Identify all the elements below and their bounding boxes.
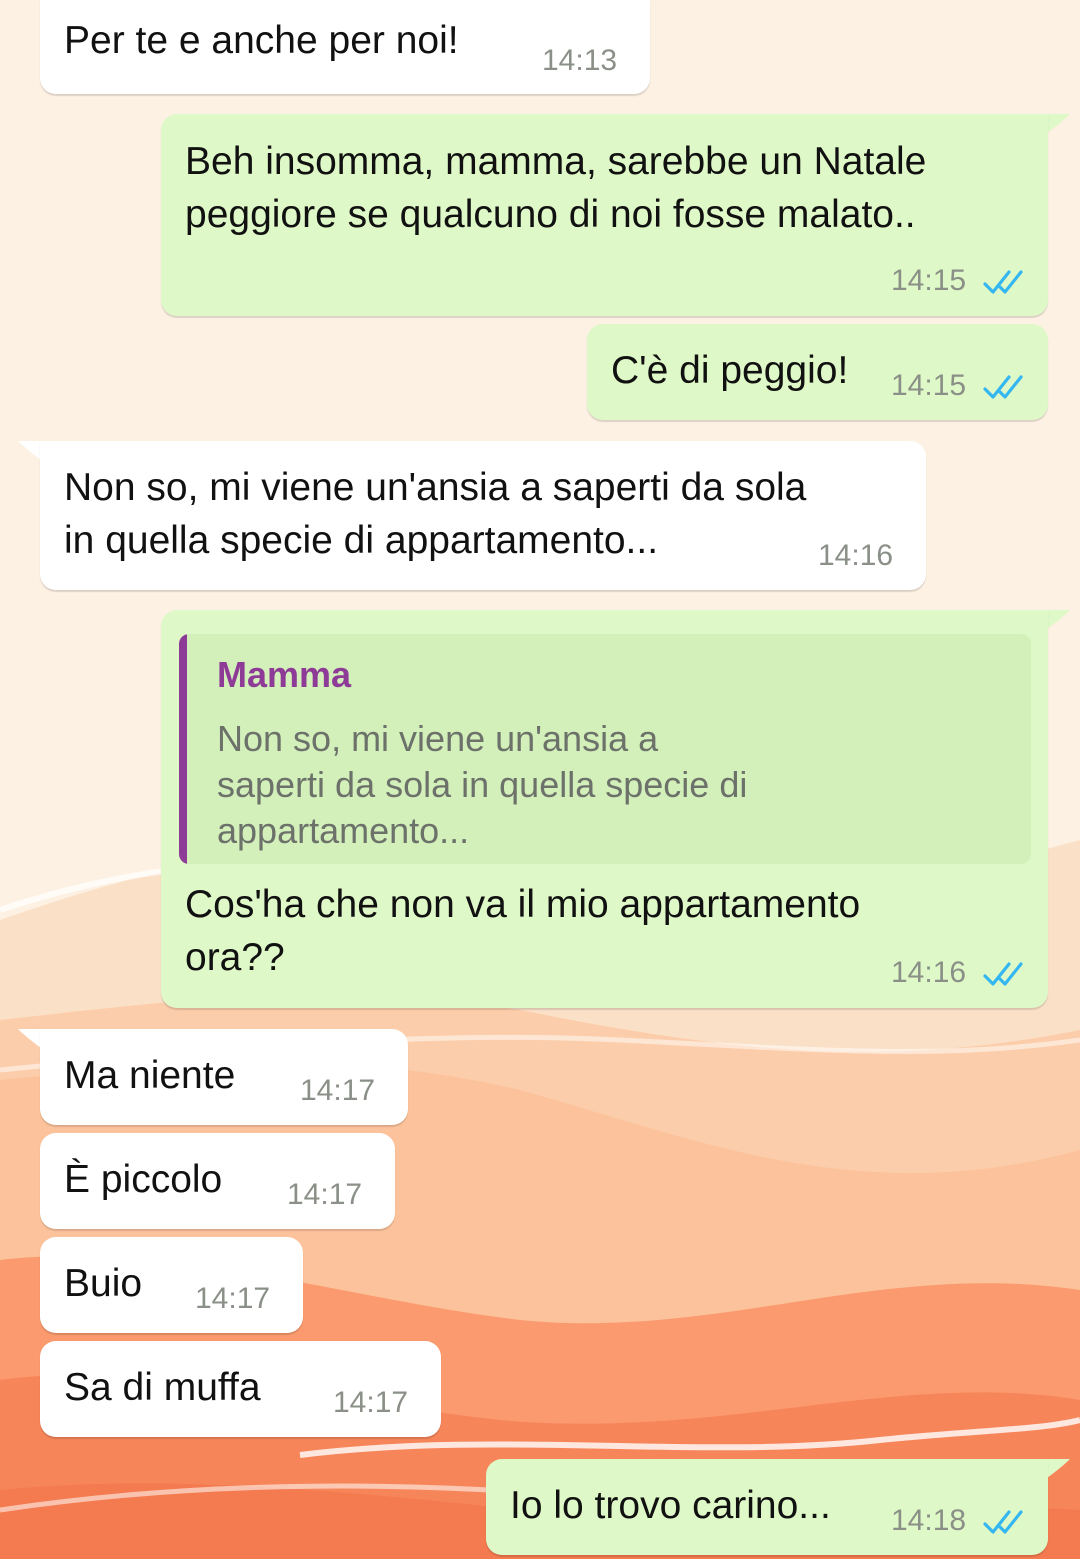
message-bubble-outgoing[interactable]: C'è di peggio! 14:15 bbox=[587, 324, 1048, 420]
quoted-message[interactable]: Mamma Non so, mi viene un'ansia a sapert… bbox=[179, 634, 1031, 864]
message-text: peggiore se qualcuno di noi fosse malato… bbox=[185, 193, 916, 236]
double-check-read-icon bbox=[983, 375, 1023, 399]
message-time: 14:15 bbox=[891, 369, 967, 402]
double-check-read-icon bbox=[983, 1510, 1023, 1534]
message-text: C'è di peggio! bbox=[611, 349, 849, 392]
message-text: Beh insomma, mamma, sarebbe un Natale bbox=[185, 140, 927, 183]
message-bubble-incoming[interactable]: Sa di muffa 14:17 bbox=[40, 1341, 441, 1437]
message-text: Io lo trovo carino... bbox=[510, 1484, 831, 1527]
message-time: 14:15 bbox=[891, 264, 967, 297]
message-time: 14:16 bbox=[891, 956, 967, 989]
quote-text: appartamento... bbox=[217, 810, 470, 851]
message-text: Cos'ha che non va il mio appartamento bbox=[185, 883, 861, 926]
message-text: Buio bbox=[64, 1262, 143, 1305]
quote-text: Non so, mi viene un'ansia a bbox=[217, 718, 659, 759]
message-time: 14:17 bbox=[333, 1386, 409, 1419]
message-text: Per te e anche per noi! bbox=[64, 19, 459, 62]
message-text: È piccolo bbox=[64, 1158, 223, 1201]
message-bubble-incoming[interactable]: Per te e anche per noi! 14:13 bbox=[40, 0, 650, 94]
message-time: 14:17 bbox=[195, 1282, 271, 1315]
message-bubble-incoming[interactable]: È piccolo 14:17 bbox=[40, 1133, 395, 1229]
double-check-read-icon bbox=[983, 270, 1023, 294]
message-text: in quella specie di appartamento... bbox=[64, 519, 659, 562]
quote-text: saperti da sola in quella specie di bbox=[217, 764, 748, 805]
message-time: 14:13 bbox=[542, 44, 618, 77]
quote-author: Mamma bbox=[217, 654, 352, 695]
quote-accent-bar bbox=[179, 634, 187, 864]
message-time: 14:17 bbox=[300, 1074, 376, 1107]
message-bubble-incoming[interactable]: Buio 14:17 bbox=[40, 1237, 303, 1333]
message-bubble-outgoing[interactable]: Beh insomma, mamma, sarebbe un Natale pe… bbox=[161, 114, 1048, 316]
message-time: 14:16 bbox=[818, 539, 894, 572]
message-text: ora?? bbox=[185, 936, 285, 979]
double-check-read-icon bbox=[983, 962, 1023, 986]
message-bubble-outgoing[interactable]: Io lo trovo carino... 14:18 bbox=[486, 1459, 1048, 1555]
message-time: 14:18 bbox=[891, 1504, 967, 1537]
message-text: Non so, mi viene un'ansia a saperti da s… bbox=[64, 466, 807, 509]
message-text: Ma niente bbox=[64, 1054, 236, 1097]
message-bubble-incoming[interactable]: Non so, mi viene un'ansia a saperti da s… bbox=[40, 441, 926, 590]
message-text: Sa di muffa bbox=[64, 1366, 261, 1409]
message-bubble-outgoing[interactable]: Mamma Non so, mi viene un'ansia a sapert… bbox=[161, 610, 1048, 1008]
message-time: 14:17 bbox=[287, 1178, 363, 1211]
message-bubble-incoming[interactable]: Ma niente 14:17 bbox=[40, 1029, 408, 1125]
